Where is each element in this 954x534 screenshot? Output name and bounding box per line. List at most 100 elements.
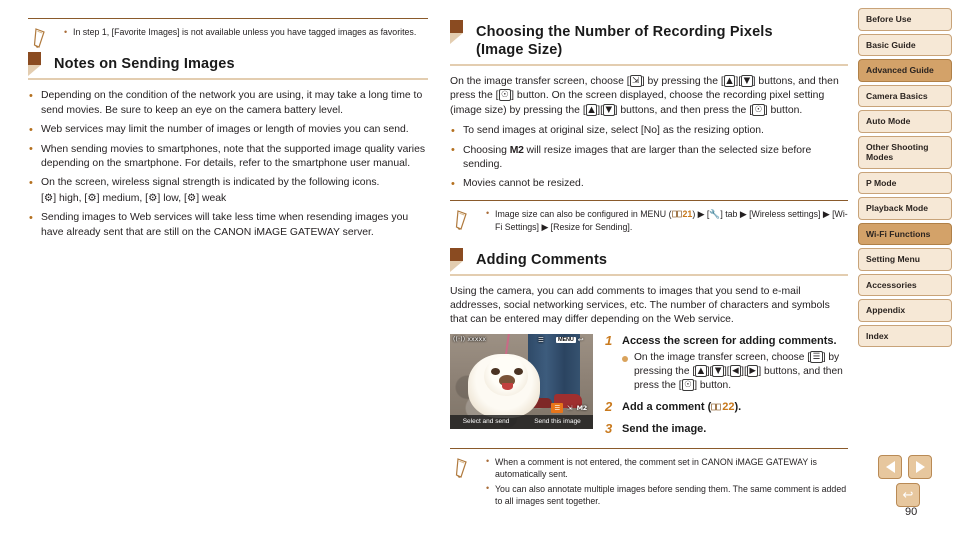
image-size-note-box: Image size can also be configured in MEN… xyxy=(450,199,848,240)
up-button-icon: ▲ xyxy=(585,103,598,116)
sidebar-item-p-mode[interactable]: P Mode xyxy=(858,171,952,194)
up-button-icon: ▲ xyxy=(695,365,707,378)
signal-low-label: low xyxy=(163,192,179,204)
page-number: 90 xyxy=(905,506,918,518)
wrench-tab-icon: 🔧 xyxy=(709,209,721,220)
manual-page: In step 1, [Favorite Images] is not avai… xyxy=(0,0,954,534)
comment-icon[interactable]: ☰ xyxy=(551,403,564,414)
func-set-icon: ☉ xyxy=(681,379,695,392)
camera-tool-row: ☰ ⇲ M2 xyxy=(450,402,593,415)
signal-weak-label: weak xyxy=(202,192,227,204)
pencil-icon xyxy=(33,28,45,48)
func-set-icon: ☉ xyxy=(498,89,512,102)
sidebar-item-wifi-functions[interactable]: Wi-Fi Functions xyxy=(858,222,952,245)
page-reference-number[interactable]: 22 xyxy=(722,401,734,413)
signal-high-label: high xyxy=(59,192,79,204)
sidebar-item-basic-guide[interactable]: Basic Guide xyxy=(858,33,952,56)
back-row: ↩ xyxy=(878,483,938,507)
page-reference-icon xyxy=(711,403,722,411)
back-button[interactable]: ↩ xyxy=(896,483,920,507)
sidebar-item-auto-mode[interactable]: Auto Mode xyxy=(858,110,952,133)
sidebar-item-other-shooting-modes[interactable]: Other Shooting Modes xyxy=(858,135,952,169)
dog-tongue xyxy=(502,382,513,390)
note-list: Image size can also be configured in MEN… xyxy=(486,207,848,234)
sidebar-item-label: Index xyxy=(866,330,889,341)
note-item: In step 1, [Favorite Images] is not avai… xyxy=(64,25,428,38)
bullet-item: To send images at original size, select … xyxy=(450,124,848,139)
camera-status-bar: ((·)) xxxxx ☰ MENU ↩ xyxy=(450,334,593,347)
signal-medium-icon: ⚙ xyxy=(87,191,97,204)
bullet-text: Choosing xyxy=(463,144,510,156)
bullet-item: Sending images to Web services will take… xyxy=(28,211,428,240)
return-icon: ↩ xyxy=(577,336,584,344)
sidebar-item-label: Before Use xyxy=(866,14,912,24)
step-title: Send the image. xyxy=(622,422,707,435)
step-1: 1 Access the screen for adding comments.… xyxy=(605,333,848,394)
signal-icon: ☰ xyxy=(538,335,544,344)
sidebar-item-playback-mode[interactable]: Playback Mode xyxy=(858,197,952,220)
page-title: Notes on Sending Images xyxy=(54,56,235,73)
notes-bullet-list: Depending on the condition of the networ… xyxy=(28,89,428,240)
sidebar-item-label: Camera Basics xyxy=(866,90,928,101)
steps-and-screenshot: ((·)) xxxxx ☰ MENU ↩ ☰ ⇲ M2 Select and s xyxy=(450,333,848,444)
menu-key[interactable]: MENU ↩ xyxy=(556,336,584,344)
heading-marker-icon xyxy=(450,20,463,44)
signal-weak-icon: ⚙ xyxy=(186,191,197,204)
sidebar-item-setting-menu[interactable]: Setting Menu xyxy=(858,248,952,271)
heading-marker-icon xyxy=(28,52,41,77)
previous-page-button[interactable] xyxy=(878,455,902,479)
steps-list: 1 Access the screen for adding comments.… xyxy=(605,333,848,444)
resize-icon[interactable]: ⇲ xyxy=(567,404,572,412)
next-page-button[interactable] xyxy=(908,455,932,479)
step-number: 3 xyxy=(605,420,613,436)
sidebar-item-label: Setting Menu xyxy=(866,254,920,264)
back-icon: ↩ xyxy=(902,487,914,503)
sidebar-item-index[interactable]: Index xyxy=(858,324,952,347)
section-heading-recording-pixels: Choosing the Number of Recording Pixels … xyxy=(450,18,848,66)
section-heading-notes-on-sending: Notes on Sending Images xyxy=(28,50,428,81)
dog-eye-left xyxy=(491,367,500,375)
section-heading-adding-comments: Adding Comments xyxy=(450,246,848,276)
previous-page-icon xyxy=(885,461,895,473)
down-button-icon: ▼ xyxy=(741,75,753,87)
step-title: Add a comment ( 22). xyxy=(622,400,848,415)
section-title: Choosing the Number of Recording Pixels … xyxy=(476,23,848,59)
signal-low-icon: ⚙ xyxy=(148,191,158,204)
step-title-text: Add a comment ( xyxy=(622,401,712,414)
heading-marker-icon xyxy=(450,247,463,272)
step-title-text: ). xyxy=(734,401,742,414)
sidebar-item-accessories[interactable]: Accessories xyxy=(858,273,952,296)
down-button-icon: ▼ xyxy=(603,103,615,116)
bullet-item: Choosing M2 will resize images that are … xyxy=(450,143,848,173)
note-item: You can also annotate multiple images be… xyxy=(486,482,848,508)
step-title: Access the screen for adding comments. xyxy=(622,334,837,347)
note-list: When a comment is not entered, the comme… xyxy=(486,455,848,508)
page-reference-number[interactable]: 21 xyxy=(683,209,693,219)
comments-note-box: When a comment is not entered, the comme… xyxy=(450,447,848,514)
note-text: ) ▶ [ xyxy=(692,208,710,219)
sidebar-item-camera-basics[interactable]: Camera Basics xyxy=(858,84,952,107)
section-title-line1: Choosing the Number of Recording Pixels xyxy=(476,24,773,40)
sidebar-item-advanced-guide[interactable]: Advanced Guide xyxy=(858,59,952,82)
note-text: Image size can also be configured in MEN… xyxy=(495,208,672,219)
sidebar-item-label: Auto Mode xyxy=(866,116,911,126)
step-3: 3 Send the image. xyxy=(605,420,848,437)
func-set-icon: ☉ xyxy=(752,103,765,116)
note-item: Image size can also be configured in MEN… xyxy=(486,207,848,234)
hint-select-and-send: Select and send xyxy=(462,417,510,425)
sidebar-item-label: Playback Mode xyxy=(866,203,929,213)
sidebar-item-label: Advanced Guide xyxy=(866,65,934,75)
pencil-icon xyxy=(455,458,467,478)
sidebar-item-label: Accessories xyxy=(866,279,917,290)
wifi-label: ((·)) xxxxx xyxy=(453,335,487,343)
sidebar-item-before-use[interactable]: Before Use xyxy=(858,8,952,31)
signal-medium-label: medium xyxy=(102,192,140,204)
note-list: In step 1, [Favorite Images] is not avai… xyxy=(64,25,428,38)
para-part: buttons, and then press the xyxy=(617,104,750,116)
page-reference-icon xyxy=(671,210,682,218)
sidebar-navigation: Before Use Basic Guide Advanced Guide Ca… xyxy=(858,8,952,350)
pencil-icon xyxy=(455,210,467,230)
bullet-item: Movies cannot be resized. xyxy=(450,177,848,192)
prev-next-row xyxy=(878,455,938,479)
sidebar-item-appendix[interactable]: Appendix xyxy=(858,299,952,322)
